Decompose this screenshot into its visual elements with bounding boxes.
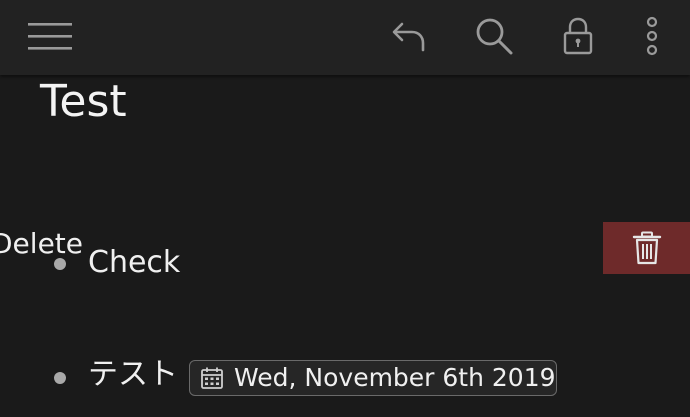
search-icon bbox=[476, 18, 513, 55]
trash-icon bbox=[632, 231, 661, 265]
calendar-icon bbox=[200, 366, 224, 390]
lock-icon bbox=[563, 17, 593, 55]
more-vertical-icon bbox=[646, 16, 658, 56]
list-bullet bbox=[54, 372, 66, 384]
note-title[interactable]: Test bbox=[40, 74, 127, 130]
top-toolbar bbox=[0, 0, 690, 75]
undo-arrow-icon bbox=[392, 22, 425, 52]
undo-button[interactable] bbox=[384, 12, 436, 60]
list-item-check[interactable]: Check bbox=[88, 243, 180, 283]
more-options-button[interactable] bbox=[626, 12, 678, 60]
menu-button[interactable] bbox=[24, 12, 76, 60]
swipe-delete-label: Delete bbox=[0, 227, 83, 260]
date-chip-label: Wed, November 6th 2019 bbox=[234, 363, 556, 392]
search-button[interactable] bbox=[468, 12, 520, 60]
lock-button[interactable] bbox=[552, 12, 604, 60]
list-item-test-jp[interactable]: テスト bbox=[88, 355, 178, 395]
note-editor-screen: Test Check Delete テスト Wed, November 6th … bbox=[0, 0, 690, 417]
date-chip[interactable]: Wed, November 6th 2019 bbox=[189, 360, 557, 396]
hamburger-menu-icon bbox=[28, 23, 72, 50]
delete-button[interactable] bbox=[603, 222, 690, 274]
